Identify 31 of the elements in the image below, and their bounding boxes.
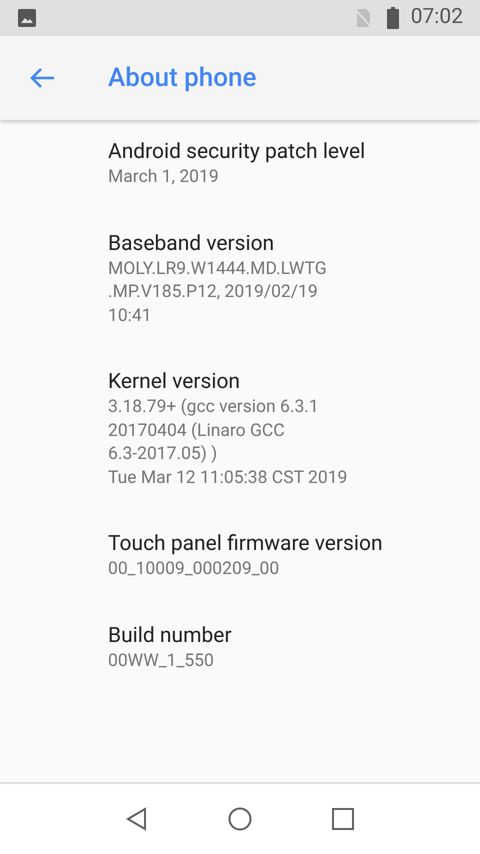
settings-item[interactable]: Touch panel firmware version 00_10009_000209_00	[0, 512, 480, 604]
item-summary: MOLY.LR9.W1444.MD.LWTG	[108, 258, 328, 280]
item-title: Kernel version	[108, 369, 242, 396]
item-summary: .MP.V185.P12, 2019/02/19	[108, 281, 319, 304]
home-button[interactable]	[228, 807, 252, 831]
item-summary: 20170404 (Linaro GCC	[108, 420, 286, 442]
image-icon	[17, 8, 37, 28]
item-summary: 00WW_1_550	[108, 650, 215, 672]
battery-icon	[386, 7, 399, 29]
settings-item[interactable]: Baseband version MOLY.LR9.W1444.MD.LWTG .MP.V185.P12, 2019/02/19 10:41	[0, 212, 480, 350]
back-nav-button[interactable]	[126, 807, 148, 831]
item-title: Android security patch level	[108, 139, 366, 166]
item-title: Baseband version	[108, 230, 276, 258]
item-summary: 00_10009_000209_00	[108, 558, 280, 581]
recents-square-icon	[332, 808, 354, 830]
item-title: Build number	[108, 622, 233, 650]
item-summary: Tue Mar 12 11:05:38 CST 2019	[108, 466, 348, 490]
back-triangle-icon	[126, 807, 148, 831]
page-title: About phone	[108, 62, 256, 94]
item-title: Touch panel firmware version	[108, 531, 384, 558]
item-summary: March 1, 2019	[108, 166, 220, 189]
settings-item[interactable]: Build number 00WW_1_550	[0, 604, 480, 695]
back-arrow-icon	[29, 67, 55, 89]
clock: 07:02	[410, 4, 463, 32]
recents-button[interactable]	[332, 808, 354, 830]
home-circle-icon	[228, 807, 252, 831]
settings-item[interactable]: Kernel version 3.18.79+ (gcc version 6.3.1 20170404 (Linaro GCC 6.3-2017.05) ) Tue Mar 12 11:05:38 CST 2019	[0, 350, 480, 512]
item-summary: 6.3-2017.05) )	[108, 443, 218, 466]
settings-item[interactable]: Android security patch level March 1, 2019	[0, 120, 480, 212]
item-summary: 10:41	[108, 304, 153, 328]
item-summary: 3.18.79+ (gcc version 6.3.1	[108, 396, 320, 419]
